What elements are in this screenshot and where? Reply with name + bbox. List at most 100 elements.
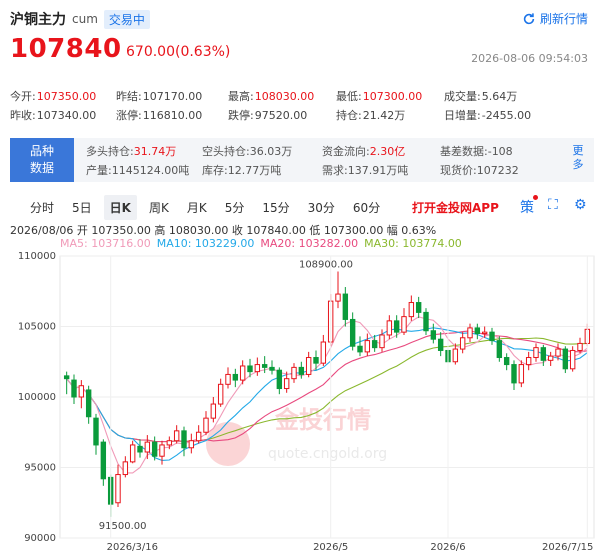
candle <box>144 435 151 460</box>
candle-body <box>63 375 70 380</box>
candle <box>305 351 312 378</box>
refresh-button[interactable]: 刷新行情 <box>522 10 588 27</box>
candle-body <box>577 342 583 351</box>
candle-body <box>115 474 121 504</box>
stat-cell: 最高:108030.00 <box>228 88 336 104</box>
candle <box>503 353 510 371</box>
candle <box>188 433 195 454</box>
candle-body <box>547 355 554 361</box>
candle-body <box>166 440 173 446</box>
variety-stat-label: 资金流向: <box>322 145 370 158</box>
variety-stat-value: 12.77万吨 <box>227 164 282 177</box>
candle <box>320 334 327 366</box>
stat-value: 97520.00 <box>254 108 308 122</box>
tab-4[interactable]: 月K <box>181 195 213 220</box>
candle-body <box>100 441 107 480</box>
candle <box>349 312 356 351</box>
variety-stat-label: 空头持仓: <box>202 145 250 158</box>
low-annotation: 91500.00 <box>99 521 147 532</box>
stat-label: 昨收: <box>10 108 36 122</box>
candle-body <box>313 357 319 364</box>
candle-body <box>283 378 290 390</box>
open-app-link[interactable]: 打开金投网APP <box>412 199 499 216</box>
stat-value: 107170.00 <box>142 89 203 103</box>
candle <box>489 327 495 345</box>
variety-stat-value: 31.74万 <box>133 145 177 158</box>
indicator-icon[interactable]: 策 <box>520 195 538 217</box>
candle <box>217 378 224 407</box>
instrument-code: cum <box>72 12 98 26</box>
candle-body <box>503 357 510 366</box>
candle-body <box>129 444 136 463</box>
variety-stat: 基差数据:-108 <box>440 143 550 159</box>
kline-chart[interactable]: 110000 105000 100000 95000 90000 金投行情 quote.cn… <box>0 248 600 556</box>
candle-body <box>85 389 92 418</box>
variety-stat-value: 36.03万 <box>249 145 293 158</box>
variety-stat-label: 库存: <box>202 164 228 177</box>
candle <box>195 425 202 444</box>
candle <box>408 295 415 321</box>
variety-stat: 库存:12.77万吨 <box>202 162 322 178</box>
stat-value: 107300.00 <box>362 89 423 103</box>
variety-stat: 资金流向:2.30亿 <box>322 143 440 159</box>
stat-label: 最低: <box>336 89 362 103</box>
stat-value: 21.42万 <box>362 108 406 122</box>
y-tick-label: 100000 <box>18 392 56 403</box>
candle-body <box>159 444 165 457</box>
tab-0[interactable]: 分时 <box>24 195 60 220</box>
candle <box>129 440 136 464</box>
candle-body <box>320 341 327 364</box>
stat-value: 107340.00 <box>36 108 97 122</box>
candle <box>364 333 371 357</box>
variety-stat-value: 137.91万吨 <box>347 164 409 177</box>
candle-body <box>393 320 400 333</box>
candle <box>386 315 393 340</box>
stat-label: 涨停: <box>116 108 142 122</box>
candle-body <box>225 373 231 385</box>
candle <box>415 296 422 319</box>
candle-body <box>481 331 488 335</box>
price-change: 670.00(0.63%) <box>126 44 231 60</box>
stat-cell: 日增量:-2455.00 <box>444 107 552 123</box>
candle <box>437 332 444 357</box>
stat-cell: 持仓:21.42万 <box>336 107 444 123</box>
candle <box>401 308 407 335</box>
candle-body <box>525 357 532 366</box>
tab-5[interactable]: 5分 <box>219 195 251 220</box>
settings-icon[interactable]: ⚙ <box>574 197 587 213</box>
variety-stat-label: 现货价: <box>440 164 477 177</box>
tab-6[interactable]: 15分 <box>256 195 295 220</box>
candle-body <box>364 340 371 353</box>
variety-stat: 产量:1145124.00吨 <box>86 162 202 178</box>
fullscreen-icon[interactable]: ⛶ <box>548 197 558 213</box>
candle-body <box>489 331 495 342</box>
candle <box>93 413 99 455</box>
variety-stat: 空头持仓:36.03万 <box>202 143 322 159</box>
variety-stat-value: 107232 <box>476 164 519 177</box>
candle-body <box>408 302 415 318</box>
candle-body <box>210 403 217 419</box>
tab-2[interactable]: 日K <box>103 194 137 220</box>
watermark-name: 金投行情 <box>274 406 371 434</box>
more-link[interactable]: 更多 <box>572 144 584 172</box>
variety-data-button[interactable]: 品种 数据 <box>10 138 74 182</box>
instrument-name: 沪铜主力 <box>10 12 66 28</box>
tab-1[interactable]: 5日 <box>66 195 98 220</box>
tab-3[interactable]: 周K <box>143 195 175 220</box>
candle <box>459 332 466 354</box>
candle-body <box>276 369 283 390</box>
candle <box>569 346 576 372</box>
trading-status-badge: 交易中 <box>103 9 150 29</box>
y-tick-label: 95000 <box>24 463 56 474</box>
tab-7[interactable]: 30分 <box>302 195 341 220</box>
candle <box>173 425 180 444</box>
candle <box>423 308 429 335</box>
stat-cell: 今开:107350.00 <box>10 88 116 104</box>
candle-body <box>305 357 312 375</box>
tab-8[interactable]: 60分 <box>347 195 386 220</box>
candle <box>71 374 77 405</box>
watermark-url: quote.cngold.org <box>268 446 387 462</box>
candle <box>78 380 85 409</box>
candle-body <box>518 364 525 384</box>
candle-body <box>239 365 246 381</box>
